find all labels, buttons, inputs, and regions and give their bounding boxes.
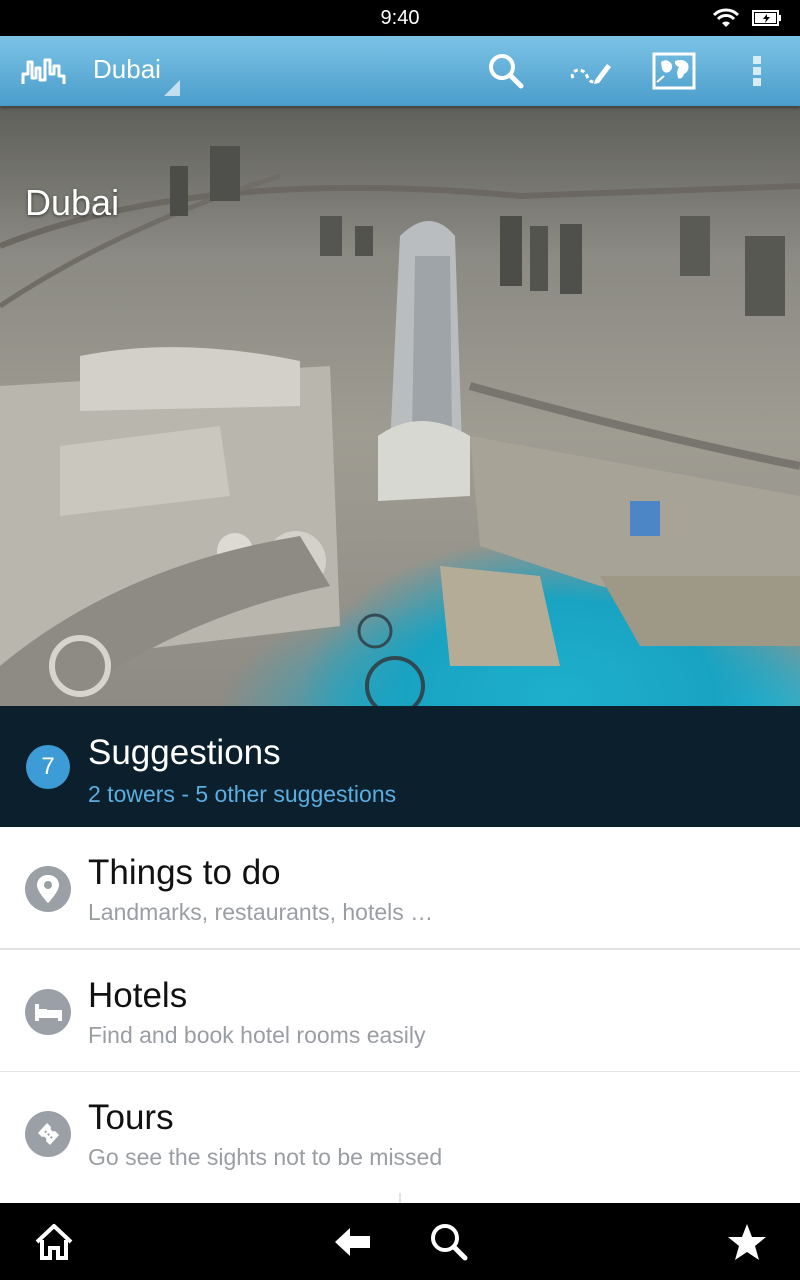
draw-route-icon[interactable] [569,52,613,90]
suggestions-subtitle: 2 towers - 5 other suggestions [88,781,397,807]
app-logo-icon[interactable] [20,52,70,90]
home-icon[interactable] [33,1221,75,1263]
list-item-subtitle: Go see the sights not to be missed [88,1144,443,1170]
battery-icon [752,10,781,26]
list-item-subtitle: Find and book hotel rooms easily [88,1022,426,1048]
wifi-icon [712,8,740,27]
status-time: 9:40 [380,7,420,29]
location-pin-icon [25,866,71,912]
status-bar: 9:40 [0,0,800,36]
ticket-icon [25,1111,71,1157]
city-title[interactable]: Dubai [93,54,161,85]
suggestions-count-badge: 7 [26,745,70,789]
bottom-navigation-bar [0,1203,800,1280]
list-item-subtitle: Landmarks, restaurants, hotels … [88,899,434,925]
city-dropdown-caret[interactable] [164,80,180,96]
favorites-star-icon[interactable] [726,1221,768,1263]
list-item-title: Tours [88,1098,174,1137]
list-item-title: Things to do [88,853,281,892]
list-next-row-partial [0,1193,800,1203]
overflow-menu-icon[interactable] [747,52,767,90]
hero-city-image: Dubai [0,106,800,706]
bed-icon [25,989,71,1035]
list-item-things-to-do[interactable]: Things to do Landmarks, restaurants, hot… [0,827,800,950]
suggestions-row[interactable]: 7 Suggestions 2 towers - 5 other suggest… [0,706,800,827]
list-item-tours[interactable]: Tours Go see the sights not to be missed [0,1072,800,1195]
action-bar: Dubai [0,36,800,106]
hero-title: Dubai [25,182,120,223]
back-icon[interactable] [332,1221,374,1263]
list-item-hotels[interactable]: Hotels Find and book hotel rooms easily [0,950,800,1073]
search-icon[interactable] [487,52,525,90]
map-icon[interactable] [652,52,696,90]
suggestions-title: Suggestions [88,733,281,772]
search-icon[interactable] [428,1221,470,1263]
city-aerial-illustration [0,146,800,706]
divider [399,1193,401,1203]
list-item-title: Hotels [88,976,188,1015]
